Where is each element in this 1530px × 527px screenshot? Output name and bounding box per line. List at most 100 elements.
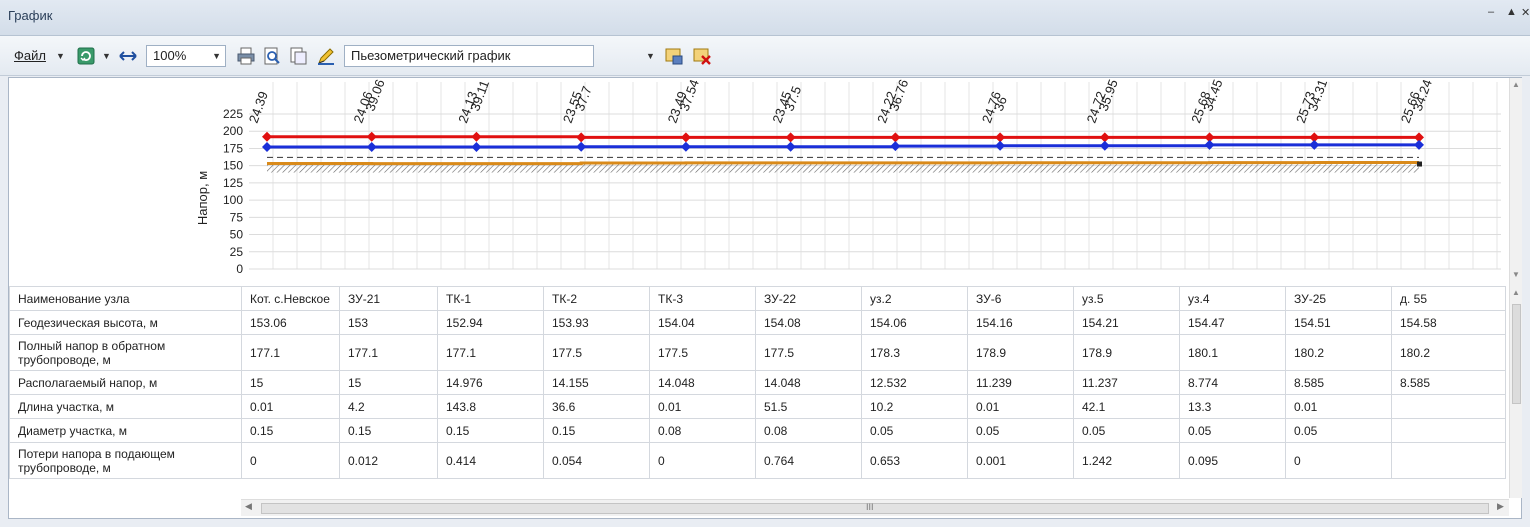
table-cell[interactable]: 0.08 [755, 418, 862, 443]
table-cell[interactable]: 14.155 [543, 370, 650, 395]
scroll-down-icon[interactable]: ▼ [1512, 270, 1520, 279]
table-cell[interactable]: 10.2 [861, 394, 968, 419]
table-cell[interactable]: 0.095 [1179, 442, 1286, 479]
table-cell[interactable]: 153.93 [543, 310, 650, 335]
table-cell[interactable] [1391, 442, 1506, 479]
table-horizontal-scrollbar[interactable]: ◀ III ▶ [241, 499, 1509, 516]
table-cell[interactable]: 4.2 [339, 394, 438, 419]
table-cell[interactable]: 0 [1285, 442, 1392, 479]
table-cell[interactable]: 0.054 [543, 442, 650, 479]
minimize-button[interactable]: – [1488, 6, 1494, 18]
table-cell[interactable]: 42.1 [1073, 394, 1180, 419]
table-cell[interactable]: ТК-3 [649, 286, 756, 311]
table-cell[interactable]: 143.8 [437, 394, 544, 419]
table-cell[interactable]: 177.1 [437, 334, 544, 371]
table-cell[interactable] [1391, 394, 1506, 419]
scroll-left-icon[interactable]: ◀ [245, 501, 252, 512]
table-cell[interactable]: 14.048 [649, 370, 756, 395]
table-cell[interactable]: 177.1 [339, 334, 438, 371]
table-cell[interactable]: 180.2 [1285, 334, 1392, 371]
table-cell[interactable]: 36.6 [543, 394, 650, 419]
table-cell[interactable]: 177.5 [755, 334, 862, 371]
table-cell[interactable]: 13.3 [1179, 394, 1286, 419]
table-cell[interactable]: 153 [339, 310, 438, 335]
table-cell[interactable]: 154.58 [1391, 310, 1506, 335]
refresh-dropdown-arrow[interactable]: ▼ [102, 44, 111, 68]
table-cell[interactable]: 0.01 [967, 394, 1074, 419]
table-cell[interactable]: 14.048 [755, 370, 862, 395]
table-cell[interactable]: 14.976 [437, 370, 544, 395]
table-cell[interactable]: 0.012 [339, 442, 438, 479]
table-cell[interactable]: 0.653 [861, 442, 968, 479]
table-cell[interactable]: 0.01 [1285, 394, 1392, 419]
scrollbar-thumb[interactable]: III [261, 502, 1489, 514]
table-cell[interactable]: ЗУ-21 [339, 286, 438, 311]
table-cell[interactable]: 15 [339, 370, 438, 395]
table-cell[interactable]: 0.01 [241, 394, 340, 419]
scrollbar-thumb[interactable] [1512, 304, 1521, 404]
table-cell[interactable]: 154.04 [649, 310, 756, 335]
table-cell[interactable]: 154.06 [861, 310, 968, 335]
table-cell[interactable]: 152.94 [437, 310, 544, 335]
table-cell[interactable]: 11.237 [1073, 370, 1180, 395]
table-cell[interactable]: 180.2 [1391, 334, 1506, 371]
table-cell[interactable]: 0.414 [437, 442, 544, 479]
table-cell[interactable]: 0.01 [649, 394, 756, 419]
table-cell[interactable]: 177.5 [543, 334, 650, 371]
table-cell[interactable]: 0 [649, 442, 756, 479]
save-layout-icon[interactable] [664, 46, 684, 66]
table-cell[interactable]: ТК-1 [437, 286, 544, 311]
table-cell[interactable]: 8.585 [1285, 370, 1392, 395]
table-cell[interactable]: 12.532 [861, 370, 968, 395]
table-cell[interactable]: 0.15 [339, 418, 438, 443]
table-cell[interactable]: ТК-2 [543, 286, 650, 311]
table-cell[interactable]: 154.51 [1285, 310, 1392, 335]
table-cell[interactable] [1391, 418, 1506, 443]
table-cell[interactable]: 154.21 [1073, 310, 1180, 335]
table-cell[interactable]: 8.585 [1391, 370, 1506, 395]
table-cell[interactable]: 177.5 [649, 334, 756, 371]
table-cell[interactable]: 0.15 [437, 418, 544, 443]
table-cell[interactable]: 11.239 [967, 370, 1074, 395]
refresh-icon[interactable] [76, 46, 96, 66]
table-cell[interactable]: 0 [241, 442, 340, 479]
scroll-up-icon[interactable]: ▲ [1512, 288, 1520, 297]
table-cell[interactable]: 154.08 [755, 310, 862, 335]
file-menu[interactable]: Файл [14, 44, 46, 68]
scroll-right-icon[interactable]: ▶ [1497, 501, 1504, 512]
page-setup-icon[interactable] [288, 46, 308, 66]
scroll-up-icon[interactable]: ▲ [1512, 80, 1520, 89]
table-cell[interactable]: 154.16 [967, 310, 1074, 335]
table-vertical-scrollbar[interactable]: ▲ [1509, 286, 1522, 498]
fit-width-icon[interactable] [118, 46, 138, 66]
table-cell[interactable]: 0.05 [1179, 418, 1286, 443]
zoom-select[interactable]: 100% ▼ [146, 45, 226, 67]
table-cell[interactable]: 51.5 [755, 394, 862, 419]
table-cell[interactable]: 153.06 [241, 310, 340, 335]
table-cell[interactable]: Кот. с.Невское [241, 286, 340, 311]
table-cell[interactable]: 1.242 [1073, 442, 1180, 479]
table-cell[interactable]: 0.08 [649, 418, 756, 443]
table-cell[interactable]: 178.9 [1073, 334, 1180, 371]
chart-vertical-scrollbar[interactable]: ▲ ▼ [1509, 78, 1522, 286]
file-dropdown-arrow[interactable]: ▼ [56, 44, 65, 68]
clear-layout-icon[interactable] [692, 46, 712, 66]
table-cell[interactable]: 0.764 [755, 442, 862, 479]
table-cell[interactable]: 178.9 [967, 334, 1074, 371]
table-cell[interactable]: д. 55 [1391, 286, 1506, 311]
print-icon[interactable] [236, 46, 256, 66]
table-cell[interactable]: уз.5 [1073, 286, 1180, 311]
table-cell[interactable]: ЗУ-22 [755, 286, 862, 311]
print-preview-icon[interactable] [262, 46, 282, 66]
table-cell[interactable]: 0.001 [967, 442, 1074, 479]
pin-button[interactable]: ▲ [1506, 6, 1517, 18]
table-cell[interactable]: 15 [241, 370, 340, 395]
table-cell[interactable]: уз.2 [861, 286, 968, 311]
table-cell[interactable]: 0.05 [967, 418, 1074, 443]
table-cell[interactable]: ЗУ-6 [967, 286, 1074, 311]
table-cell[interactable]: 0.15 [241, 418, 340, 443]
table-cell[interactable]: 154.47 [1179, 310, 1286, 335]
table-cell[interactable]: 8.774 [1179, 370, 1286, 395]
table-cell[interactable]: 0.05 [1073, 418, 1180, 443]
table-cell[interactable]: 0.15 [543, 418, 650, 443]
